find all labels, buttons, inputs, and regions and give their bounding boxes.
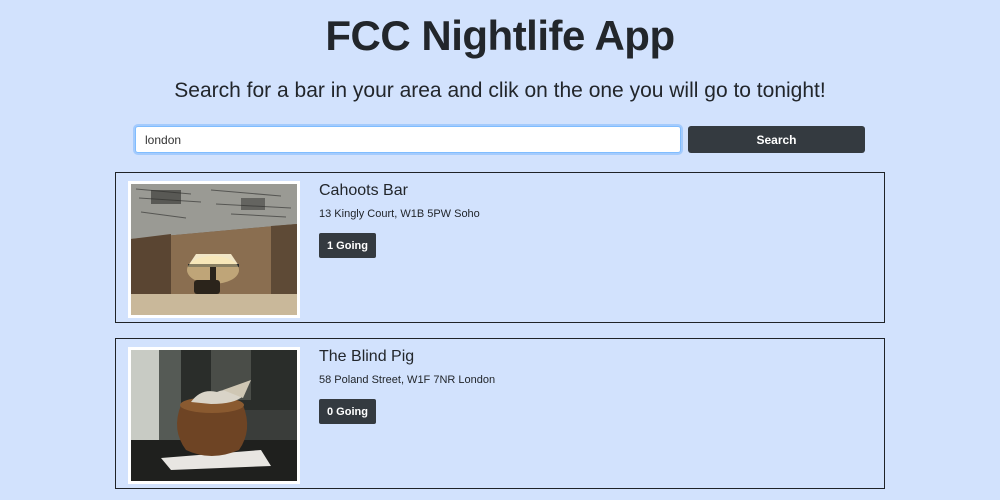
bar-photo [128,347,300,484]
bar-photo [128,181,300,318]
search-button[interactable]: Search [688,126,865,153]
bar-name[interactable]: The Blind Pig [319,348,414,366]
going-button[interactable]: 0 Going [319,399,376,424]
bar-address: 13 Kingly Court, W1B 5PW Soho [319,208,480,220]
bar-card[interactable]: Cahoots Bar 13 Kingly Court, W1B 5PW Soh… [115,172,885,323]
app-title: FCC Nightlife App [325,12,675,59]
bar-address: 58 Poland Street, W1F 7NR London [319,374,496,386]
bar-card[interactable]: The Blind Pig 58 Poland Street, W1F 7NR … [115,338,885,489]
search-form: Search [135,126,865,153]
bar-name[interactable]: Cahoots Bar [319,182,408,200]
lamp-photo-image [131,184,297,315]
pot-photo-image [131,350,297,481]
search-input[interactable] [135,126,681,153]
going-button[interactable]: 1 Going [319,233,376,258]
page-subtitle: Search for a bar in your area and clik o… [174,79,826,102]
